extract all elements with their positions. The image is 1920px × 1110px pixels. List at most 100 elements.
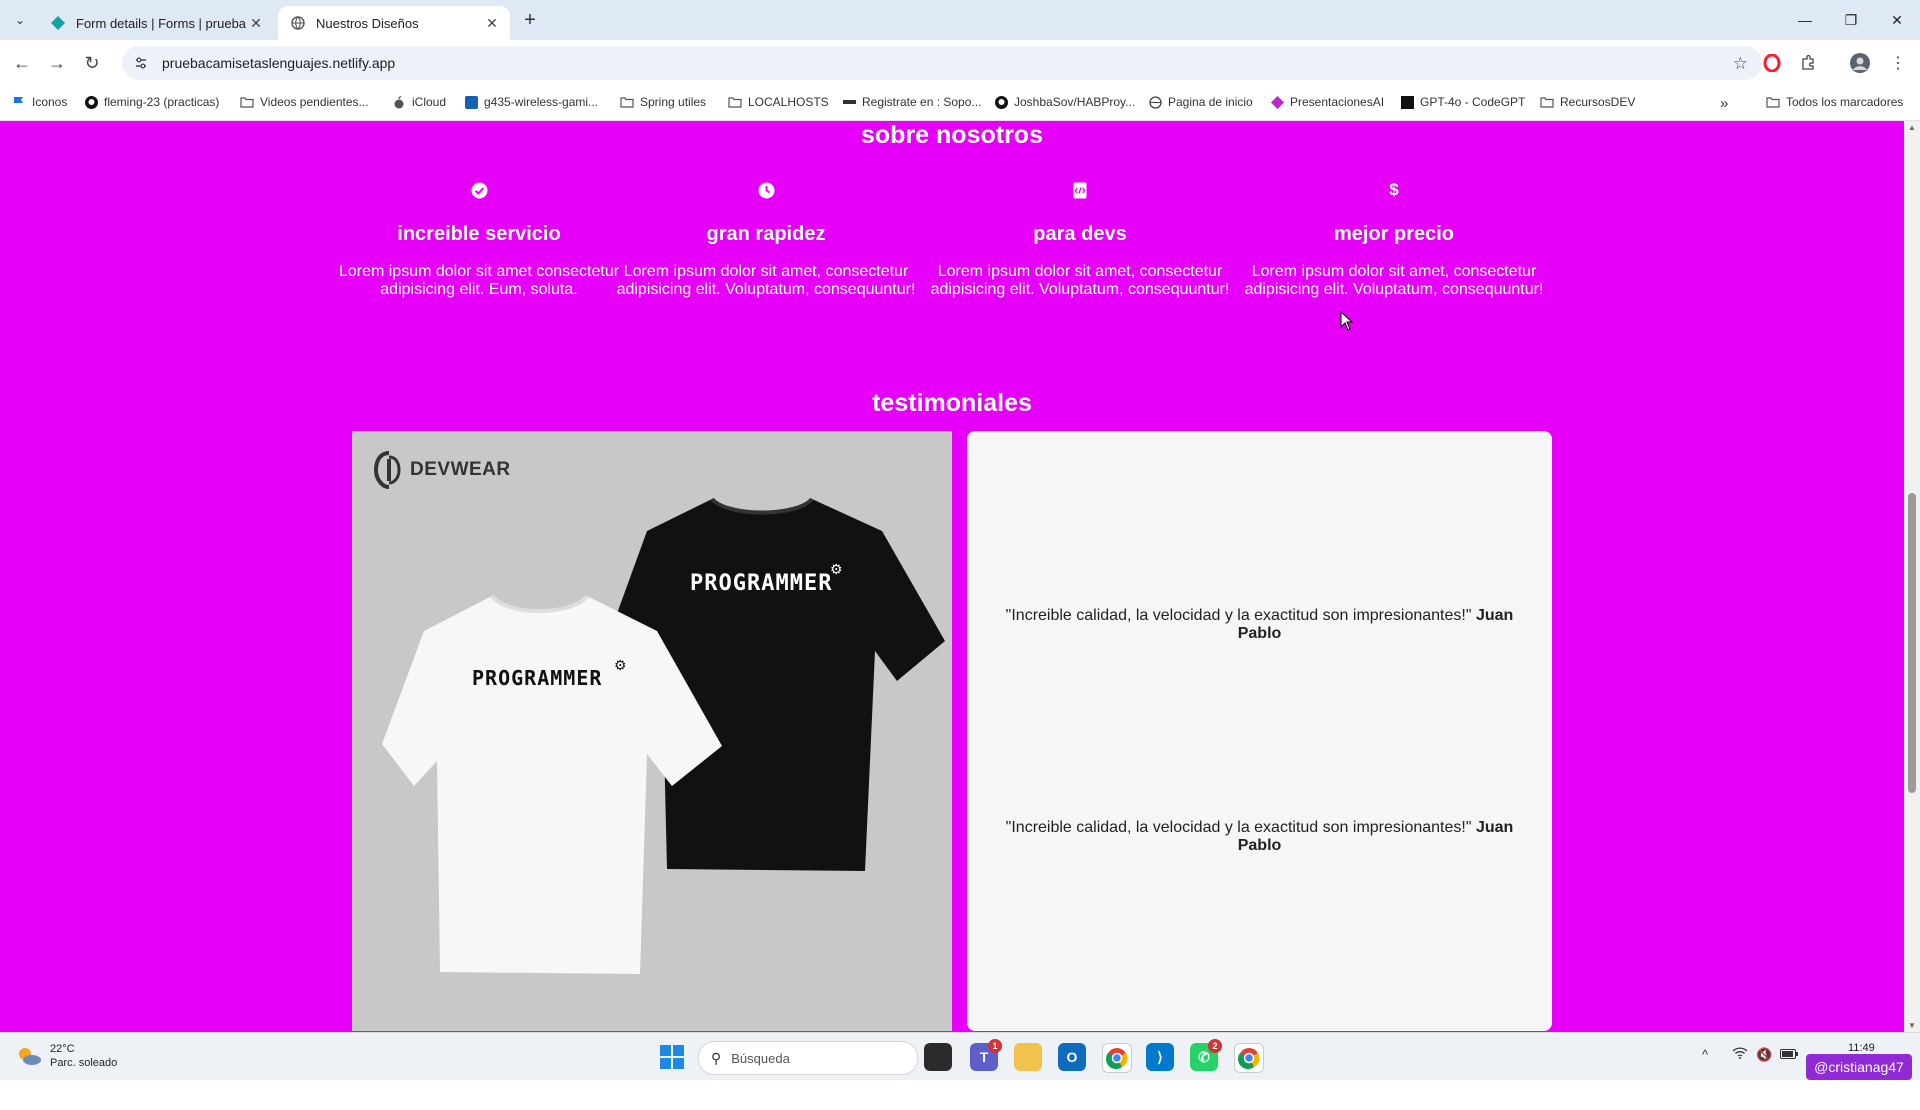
bookmark-label: fleming-23 (practicas) [104, 95, 220, 109]
bookmark-label: Iconos [32, 95, 68, 109]
testimonial-quote: "Increible calidad, la velocidad y la ex… [997, 819, 1522, 855]
bookmark-presentaciones[interactable]: PresentacionesAI [1270, 95, 1384, 109]
weather-widget[interactable]: 22°C Parc. soleado [16, 1042, 117, 1070]
codegpt-icon [1400, 95, 1414, 109]
tab-title: Nuestros Diseños [316, 15, 419, 31]
all-bookmarks-button[interactable]: Todos los marcadores [1766, 95, 1903, 109]
partly-sunny-icon [19, 1048, 41, 1065]
bookmark-fleming[interactable]: fleming-23 (practicas) [84, 95, 219, 109]
feature-description: Lorem ipsum dolor sit amet, consectetur … [616, 263, 916, 298]
tab-form-details[interactable]: Form details | Forms | pruebaca ✕ [38, 6, 274, 40]
code-file-icon [1071, 181, 1089, 199]
bookmark-star-icon[interactable]: ☆ [1733, 54, 1748, 74]
tab-title: Form details | Forms | pruebaca [76, 15, 246, 31]
bookmark-label: Pagina de inicio [1168, 95, 1253, 109]
about-title: sobre nosotros [861, 121, 1043, 149]
close-tab-icon[interactable]: ✕ [482, 15, 502, 32]
bookmark-label: JoshbaSov/HABProy... [1014, 95, 1136, 109]
user-handle-badge: @cristianag47 [1806, 1054, 1912, 1080]
folder-icon [1766, 95, 1780, 109]
bookmark-label: GPT-4o - CodeGPT [1420, 95, 1526, 109]
bookmark-recursosdev[interactable]: RecursosDEV [1540, 95, 1635, 109]
vscode-icon[interactable]: ⟩ [1146, 1043, 1174, 1071]
folder-icon [728, 95, 742, 109]
address-bar[interactable]: pruebacamisetaslenguajes.netlify.app ☆ [122, 46, 1762, 80]
whatsapp-icon[interactable]: ✆ 2 [1190, 1039, 1222, 1071]
forward-icon[interactable]: → [45, 51, 69, 75]
link-icon [842, 95, 856, 109]
search-placeholder: Búsqueda [731, 1050, 790, 1066]
weather-temp: 22°C [50, 1043, 75, 1055]
taskbar-search[interactable]: ⚲ Búsqueda [698, 1041, 918, 1075]
scroll-up-icon[interactable]: ▲ [1908, 123, 1916, 132]
quote-text: "Increible calidad, la velocidad y la ex… [1005, 819, 1472, 836]
bookmark-icloud[interactable]: iCloud [392, 95, 446, 109]
tab-search-icon[interactable]: ⌄ [8, 8, 32, 32]
opera-extension-icon[interactable] [1760, 51, 1784, 75]
feature-name: mejor precio [1333, 223, 1455, 245]
close-window-button[interactable]: ✕ [1874, 0, 1920, 40]
whatsapp-badge: 2 [1208, 1039, 1222, 1053]
testimonial-quote: "Increible calidad, la velocidad y la ex… [997, 607, 1522, 643]
outlook-icon[interactable]: O [1058, 1043, 1086, 1071]
task-view-icon[interactable] [924, 1043, 952, 1071]
minimize-button[interactable]: — [1782, 0, 1828, 40]
bookmark-iconos[interactable]: Iconos [12, 95, 67, 109]
browser-menu-icon[interactable]: ⋮ [1886, 51, 1910, 75]
bookmark-videos[interactable]: Videos pendientes... [240, 95, 369, 109]
volume-muted-icon[interactable]: 🔇 [1756, 1047, 1772, 1063]
bookmarks-overflow-button[interactable]: » [1720, 95, 1728, 112]
teams-icon[interactable]: T1 [970, 1039, 1002, 1071]
back-icon[interactable]: ← [10, 51, 34, 75]
bookmark-localhosts[interactable]: LOCALHOSTS [728, 95, 829, 109]
clock-time[interactable]: 11:49 [1848, 1042, 1875, 1054]
feature-description: Lorem ipsum dolor sit amet consectetur a… [338, 263, 620, 298]
url-text: pruebacamisetaslenguajes.netlify.app [162, 55, 396, 71]
windows-start-icon[interactable] [660, 1045, 684, 1069]
chrome-icon[interactable] [1102, 1043, 1132, 1073]
bookmark-label: Videos pendientes... [260, 95, 369, 109]
battery-icon[interactable] [1780, 1047, 1798, 1062]
feature-name: increible servicio [397, 223, 561, 245]
testimonials-title: testimoniales [872, 389, 1032, 417]
chrome-profile-icon[interactable] [1234, 1043, 1264, 1073]
feature-description: Lorem ipsum dolor sit amet, consectetur … [1244, 263, 1544, 298]
bookmarks-bar: Iconos fleming-23 (practicas) Videos pen… [0, 86, 1920, 121]
bookmark-label: Spring utiles [640, 95, 707, 109]
shirt-print-white: PROGRAMMER [472, 666, 603, 690]
folder-icon [1540, 95, 1554, 109]
browser-toolbar: ← → ↻ pruebacamisetaslenguajes.netlify.a… [0, 40, 1920, 86]
bookmark-pagina-inicio[interactable]: Pagina de inicio [1148, 95, 1253, 109]
reload-icon[interactable]: ↻ [80, 51, 104, 75]
close-tab-icon[interactable]: ✕ [246, 15, 266, 32]
wifi-icon[interactable] [1732, 1047, 1748, 1062]
feature-description: Lorem ipsum dolor sit amet, consectetur … [930, 263, 1230, 298]
show-hidden-icons[interactable]: ^ [1702, 1047, 1708, 1062]
folder-icon [620, 95, 634, 109]
scrollbar-thumb[interactable] [1908, 493, 1916, 793]
restore-button[interactable]: ❐ [1828, 0, 1874, 40]
new-tab-button[interactable]: + [518, 8, 542, 32]
extensions-icon[interactable] [1796, 51, 1820, 75]
tab-nuestros-disenos[interactable]: Nuestros Diseños ✕ [278, 6, 510, 40]
screen-bottom [0, 1080, 1920, 1110]
feature-name: para devs [1033, 223, 1127, 245]
bookmark-registrate[interactable]: Registrate en : Sopo... [842, 95, 981, 109]
profile-avatar-icon[interactable] [1848, 51, 1872, 75]
bookmark-g435[interactable]: g435-wireless-gami... [464, 95, 598, 109]
site-info-icon[interactable] [132, 54, 150, 72]
bookmark-joshbasov[interactable]: JoshbaSov/HABProy... [994, 95, 1135, 109]
brand-name: DEVWEAR [410, 459, 511, 480]
feature-increible-servicio: increible servicio Lorem ipsum dolor sit… [322, 181, 636, 299]
file-explorer-icon[interactable] [1014, 1043, 1042, 1071]
globe-favicon-icon [290, 15, 306, 31]
bookmark-spring[interactable]: Spring utiles [620, 95, 706, 109]
gear-icon: ⚙ [830, 561, 843, 577]
weather-desc: Parc. soleado [50, 1057, 118, 1069]
bookmark-codegpt[interactable]: GPT-4o - CodeGPT [1400, 95, 1525, 109]
tab-strip: ⌄ Form details | Forms | pruebaca ✕ Nues… [0, 0, 1920, 40]
scroll-down-icon[interactable]: ▼ [1908, 1021, 1916, 1030]
page-scrollbar[interactable]: ▲ ▼ [1904, 121, 1920, 1032]
apple-icon [392, 95, 406, 109]
bookmark-label: Todos los marcadores [1786, 95, 1904, 109]
